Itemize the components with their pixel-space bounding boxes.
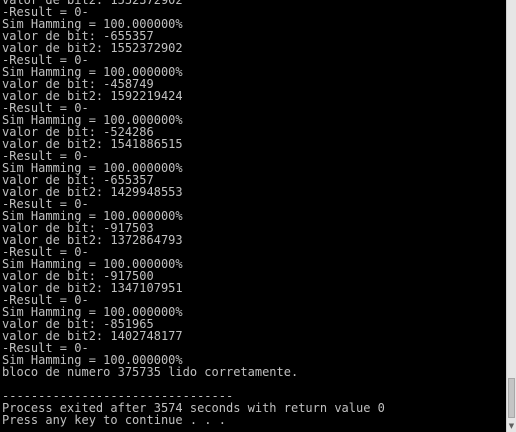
console-line: bloco de numero 375735 lido corretamente… [2,365,299,379]
scroll-down-arrow-icon[interactable]: ▼ [507,420,516,432]
console-output[interactable]: valor de bit2: 1552372902 -Result = 0- Sim… [0,0,506,432]
vertical-scrollbar[interactable]: ▼ [506,0,516,432]
console-line: Press any key to continue . . . [2,413,226,427]
scrollbar-thumb[interactable] [508,378,515,418]
console-lines: valor de bit2: 1552372902 -Result = 0- Sim… [2,0,385,426]
